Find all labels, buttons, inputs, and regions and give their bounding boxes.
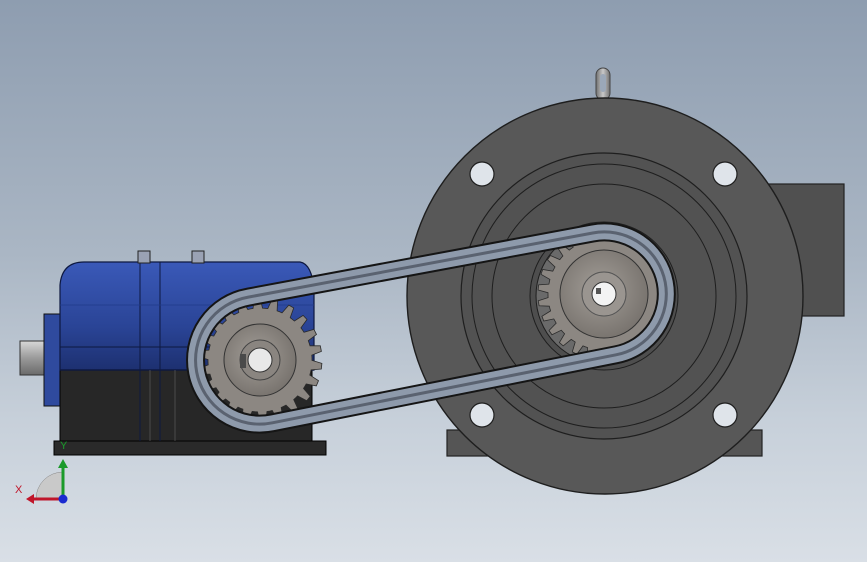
triad-z-axis-dot	[58, 494, 68, 504]
triad-x-arrow-icon	[26, 494, 34, 504]
triad-xy-plane	[35, 471, 64, 500]
bolt-hole	[469, 402, 495, 428]
housing-bolt	[137, 250, 151, 264]
model-scene[interactable]	[0, 0, 867, 562]
housing-bolt	[191, 250, 205, 264]
graphics-viewport[interactable]: X Y	[0, 0, 867, 562]
gearbox-base	[53, 440, 327, 456]
triad-y-arrow-icon	[58, 459, 68, 468]
shaft-bore-icon	[247, 347, 273, 373]
shaft-bore-icon	[591, 281, 617, 307]
bolt-hole	[712, 402, 738, 428]
triad-y-label: Y	[60, 440, 68, 452]
orientation-triad[interactable]	[26, 459, 68, 504]
triad-x-label: X	[15, 484, 23, 496]
bolt-hole	[469, 161, 495, 187]
bolt-hole	[712, 161, 738, 187]
